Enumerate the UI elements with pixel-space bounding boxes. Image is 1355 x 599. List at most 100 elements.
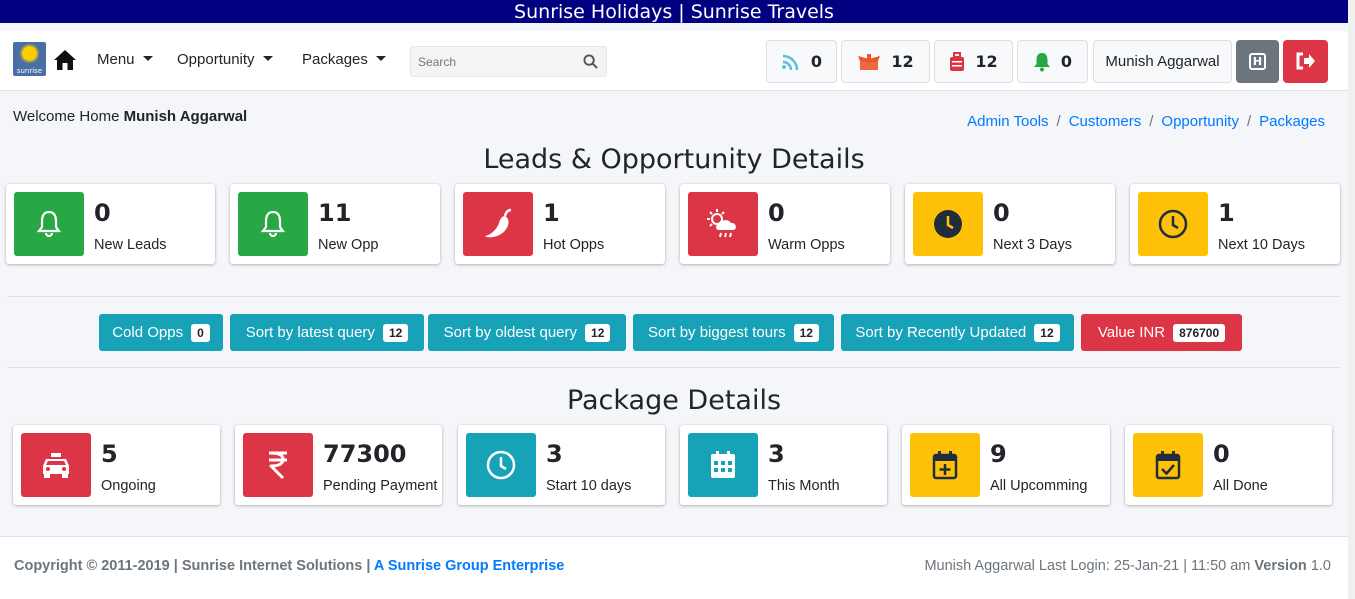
sort-recently-updated-button[interactable]: Sort by Recently Updated 12 bbox=[841, 314, 1074, 351]
all-upcomming-card[interactable]: 9 All Upcomming bbox=[902, 425, 1110, 505]
search-icon[interactable] bbox=[583, 54, 598, 69]
sun-cloud-rain-icon bbox=[707, 209, 736, 238]
user-profile-button[interactable]: Munish Aggarwal bbox=[1093, 40, 1232, 83]
card-value: 5 bbox=[101, 440, 118, 468]
button-label: Sort by biggest tours bbox=[648, 324, 786, 341]
scrollbar[interactable] bbox=[1348, 0, 1355, 599]
card-value: 9 bbox=[990, 440, 1007, 468]
menu-dropdown[interactable]: Menu bbox=[97, 51, 153, 68]
divider bbox=[7, 296, 1340, 297]
card-label: New Opp bbox=[318, 237, 379, 253]
sort-oldest-query-button[interactable]: Sort by oldest query 12 bbox=[428, 314, 626, 351]
card-value: 0 bbox=[94, 199, 111, 227]
packages-dropdown[interactable]: Packages bbox=[302, 51, 386, 68]
calendar-plus-icon bbox=[932, 451, 958, 480]
card-icon-box bbox=[238, 192, 308, 256]
breadcrumb-admin-tools[interactable]: Admin Tools bbox=[967, 113, 1048, 130]
card-label: New Leads bbox=[94, 237, 167, 253]
search-input[interactable] bbox=[411, 47, 571, 76]
sun-logo-icon bbox=[22, 46, 37, 61]
breadcrumb-packages[interactable]: Packages bbox=[1259, 113, 1325, 130]
welcome-text: Welcome Home Munish Aggarwal bbox=[13, 108, 247, 125]
welcome-user-name: Munish Aggarwal bbox=[123, 108, 248, 125]
new-opp-card[interactable]: 11 New Opp bbox=[230, 184, 440, 264]
packages-label: Packages bbox=[302, 51, 368, 68]
site-banner: Sunrise Holidays | Sunrise Travels bbox=[0, 0, 1348, 23]
button-label: Sort by latest query bbox=[245, 324, 375, 341]
next-10-days-card[interactable]: 1 Next 10 Days bbox=[1130, 184, 1340, 264]
h-square-icon: H bbox=[1249, 53, 1266, 70]
calendar-icon bbox=[711, 451, 735, 478]
card-label: Start 10 days bbox=[546, 478, 632, 494]
all-done-card[interactable]: 0 All Done bbox=[1125, 425, 1332, 505]
card-icon-box bbox=[243, 433, 313, 497]
new-leads-card[interactable]: 0 New Leads bbox=[6, 184, 215, 264]
pepper-icon bbox=[485, 208, 512, 238]
hot-opps-card[interactable]: 1 Hot Opps bbox=[455, 184, 665, 264]
home-icon[interactable] bbox=[53, 49, 77, 71]
breadcrumb-customers[interactable]: Customers bbox=[1069, 113, 1142, 130]
notification-counter-button[interactable]: 0 bbox=[1017, 40, 1088, 83]
button-label: Cold Opps bbox=[112, 324, 184, 341]
sort-biggest-tours-button[interactable]: Sort by biggest tours 12 bbox=[633, 314, 834, 351]
boxes-icon bbox=[858, 53, 881, 70]
card-label: Hot Opps bbox=[543, 237, 605, 253]
count-badge: 0 bbox=[191, 323, 210, 342]
menu-label: Menu bbox=[97, 51, 135, 68]
breadcrumb-separator: / bbox=[1056, 113, 1061, 130]
clock-outline-icon bbox=[486, 450, 516, 480]
calendar-check-icon bbox=[1155, 451, 1181, 480]
this-month-card[interactable]: 3 This Month bbox=[680, 425, 887, 505]
logo-text: sunrise bbox=[16, 67, 43, 75]
count-badge: 12 bbox=[1034, 323, 1060, 342]
card-icon-box bbox=[913, 192, 983, 256]
count-badge: 876700 bbox=[1173, 323, 1226, 342]
card-icon-box bbox=[21, 433, 91, 497]
breadcrumb-separator: / bbox=[1246, 113, 1252, 130]
chevron-down-icon bbox=[375, 56, 386, 61]
card-icon-box bbox=[466, 433, 536, 497]
bag-counter-button[interactable]: 12 bbox=[934, 40, 1013, 83]
sunrise-logo[interactable]: sunrise bbox=[13, 42, 46, 76]
card-value: 1 bbox=[543, 199, 560, 227]
start-10-days-card[interactable]: 3 Start 10 days bbox=[458, 425, 665, 505]
card-label: Next 3 Days bbox=[993, 237, 1072, 253]
card-label: Warm Opps bbox=[768, 237, 845, 253]
footer-login-info: Munish Aggarwal Last Login: 25-Jan-21 | … bbox=[924, 558, 1331, 574]
breadcrumb-separator: / bbox=[1149, 113, 1154, 130]
card-value: 0 bbox=[768, 199, 785, 227]
cold-opps-button[interactable]: Cold Opps 0 bbox=[99, 314, 223, 351]
warm-opps-card[interactable]: 0 Warm Opps bbox=[680, 184, 890, 264]
rupee-icon bbox=[269, 451, 287, 480]
top-navbar: sunrise Menu Opportunity Packages 0 12 bbox=[0, 31, 1348, 91]
bell-icon bbox=[260, 210, 286, 238]
pending-payment-card[interactable]: 77300 Pending Payment bbox=[235, 425, 442, 505]
sort-latest-query-button[interactable]: Sort by latest query 12 bbox=[230, 314, 424, 351]
taxi-icon bbox=[43, 453, 69, 478]
card-icon-box bbox=[1133, 433, 1203, 497]
card-value: 1 bbox=[1218, 199, 1235, 227]
h-button[interactable]: H bbox=[1236, 40, 1279, 83]
card-value: 3 bbox=[546, 440, 563, 468]
feed-counter-button[interactable]: 0 bbox=[766, 40, 837, 83]
next-3-days-card[interactable]: 0 Next 3 Days bbox=[905, 184, 1115, 264]
clock-solid-icon bbox=[934, 210, 962, 238]
version-number: 1.0 bbox=[1310, 558, 1331, 574]
card-label: All Done bbox=[1213, 478, 1268, 494]
sunrise-group-link[interactable]: A Sunrise Group Enterprise bbox=[374, 558, 564, 574]
version-label: Version bbox=[1254, 558, 1307, 574]
ongoing-card[interactable]: 5 Ongoing bbox=[13, 425, 220, 505]
card-icon-box bbox=[910, 433, 980, 497]
breadcrumb-opportunity[interactable]: Opportunity bbox=[1161, 113, 1239, 130]
copyright-text: Copyright © 2011-2019 | Sunrise Internet… bbox=[14, 558, 371, 574]
button-label: Sort by Recently Updated bbox=[855, 324, 1027, 341]
bell-icon bbox=[36, 210, 62, 238]
card-icon-box bbox=[688, 433, 758, 497]
footer: Copyright © 2011-2019 | Sunrise Internet… bbox=[0, 536, 1348, 599]
count-badge: 12 bbox=[585, 323, 611, 342]
value-inr-button[interactable]: Value INR 876700 bbox=[1081, 314, 1242, 351]
opportunity-dropdown[interactable]: Opportunity bbox=[177, 51, 273, 68]
feed-icon bbox=[781, 54, 799, 70]
logout-button[interactable] bbox=[1283, 40, 1328, 83]
boxes-counter-button[interactable]: 12 bbox=[841, 40, 930, 83]
